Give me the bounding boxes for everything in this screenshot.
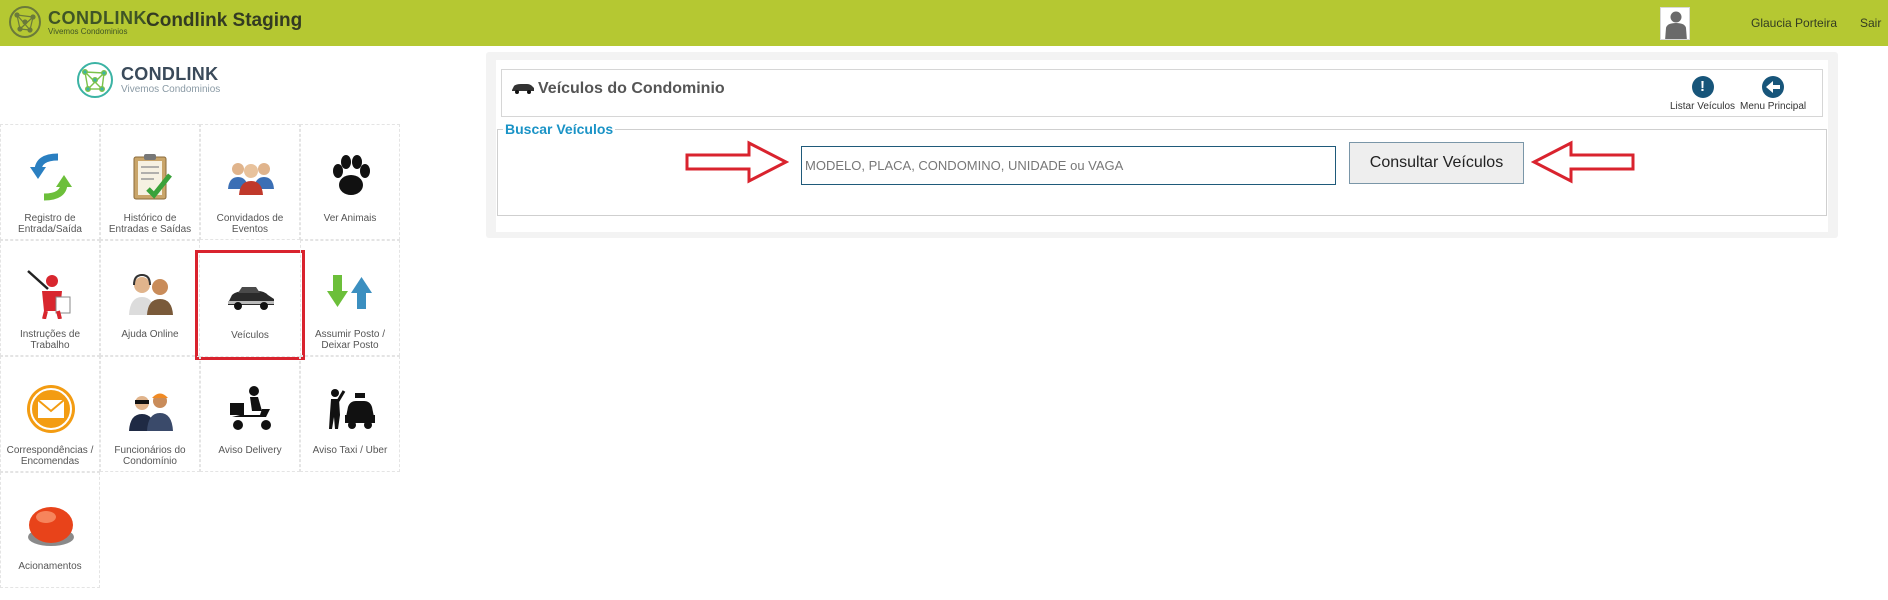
car-icon (226, 273, 276, 325)
vehicles-panel-inner: Veículos do Condominio ! Listar Veículos… (496, 60, 1828, 232)
tile-funcionarios-condominio[interactable]: Funcionários do Condomínio (100, 356, 200, 472)
exit-link[interactable]: Sair (1860, 16, 1881, 30)
tile-assumir-deixar-posto[interactable]: Assumir Posto / Deixar Posto (300, 240, 400, 356)
tile-convidados-eventos[interactable]: Convidados de Eventos (200, 124, 300, 240)
page-title: Veículos do Condominio (538, 80, 725, 97)
topbar-brand-tagline: Vivemos Condominios (48, 26, 128, 36)
tile-label: Convidados de Eventos (216, 213, 284, 235)
tile-registro-entrada-saida[interactable]: Registro de Entrada/Saída (0, 124, 100, 240)
vehicle-search-input[interactable] (801, 146, 1336, 185)
tile-label: Correspondências / Encomendas (6, 445, 94, 467)
up-down-arrows-icon (326, 267, 376, 319)
tile-correspondencias-encomendas[interactable]: Correspondências / Encomendas (0, 356, 100, 472)
envelope-icon (26, 383, 76, 435)
tile-label: Veículos (231, 330, 269, 341)
entry-exit-arrows-icon (26, 151, 76, 203)
panel-header: Veículos do Condominio ! Listar Veículos… (501, 69, 1823, 117)
app-title: Condlink Staging (146, 10, 303, 31)
topbar-logo[interactable]: CONDLINK Vivemos Condominios (8, 5, 147, 39)
tile-label: Assumir Posto / Deixar Posto (314, 329, 386, 351)
tile-label: Registro de Entrada/Saída (18, 213, 82, 235)
clipboard-check-icon (126, 151, 176, 203)
topbar-brand-name: CONDLINK (48, 7, 147, 28)
exclamation-icon: ! (1691, 76, 1714, 98)
vehicles-panel: Veículos do Condominio ! Listar Veículos… (486, 52, 1838, 238)
tile-label: Ver Animais (323, 213, 377, 224)
staff-icon (126, 383, 176, 435)
list-vehicles-button[interactable]: ! Listar Veículos (1670, 76, 1735, 112)
user-silhouette-icon (1665, 11, 1687, 39)
tile-veiculos[interactable]: Veículos (195, 250, 305, 360)
car-icon (512, 84, 534, 94)
top-bar: CONDLINK Vivemos Condominios Condlink St… (0, 0, 1888, 46)
user-avatar[interactable] (1660, 7, 1690, 40)
left-pointing-arrow-icon (1531, 140, 1635, 184)
tile-label: Aviso Delivery (218, 445, 282, 456)
tile-label: Instruções de Trabalho (19, 329, 81, 351)
tile-label: Histórico de Entradas e Saídas (108, 213, 192, 235)
main-menu-button[interactable]: Menu Principal (1740, 76, 1806, 112)
tile-label: Funcionários do Condomínio (114, 445, 186, 467)
right-pointing-arrow-icon (685, 140, 789, 184)
sidebar-brand-name: CONDLINK (121, 64, 219, 84)
instructor-icon (26, 267, 76, 319)
tile-aviso-delivery[interactable]: Aviso Delivery (200, 356, 300, 472)
user-name[interactable]: Glaucia Porteira (1751, 16, 1837, 30)
sidebar-brand-tagline: Vivemos Condominios (121, 84, 221, 95)
delivery-scooter-icon (226, 383, 276, 435)
tile-ajuda-online[interactable]: Ajuda Online (100, 240, 200, 356)
consult-vehicles-button[interactable]: Consultar Veículos (1349, 142, 1524, 184)
red-button-icon (26, 499, 76, 551)
tile-historico-entradas-saidas[interactable]: Histórico de Entradas e Saídas (100, 124, 200, 240)
paw-icon (326, 151, 376, 203)
condlink-globe-color-icon (77, 62, 113, 98)
tile-label: Aviso Taxi / Uber (312, 445, 388, 456)
condlink-globe-icon (9, 6, 41, 38)
search-legend: Buscar Veículos (503, 121, 616, 137)
online-help-people-icon (126, 267, 176, 319)
tile-aviso-taxi-uber[interactable]: Aviso Taxi / Uber (300, 356, 400, 472)
search-fieldset: Buscar Veículos Consultar Veículos (497, 121, 1827, 216)
tile-label: Ajuda Online (121, 329, 179, 340)
list-vehicles-label: Listar Veículos (1670, 101, 1736, 112)
tile-acionamentos[interactable]: Acionamentos (0, 472, 100, 588)
tile-ver-animais[interactable]: Ver Animais (300, 124, 400, 240)
tile-instrucoes-trabalho[interactable]: Instruções de Trabalho (0, 240, 100, 356)
sidebar-logo[interactable]: CONDLINK Vivemos Condominios (75, 60, 220, 100)
taxi-icon (326, 383, 376, 435)
tile-label: Acionamentos (18, 561, 82, 572)
arrow-left-icon (1762, 76, 1785, 98)
main-menu-label: Menu Principal (1740, 101, 1807, 112)
guests-group-icon (226, 151, 276, 203)
